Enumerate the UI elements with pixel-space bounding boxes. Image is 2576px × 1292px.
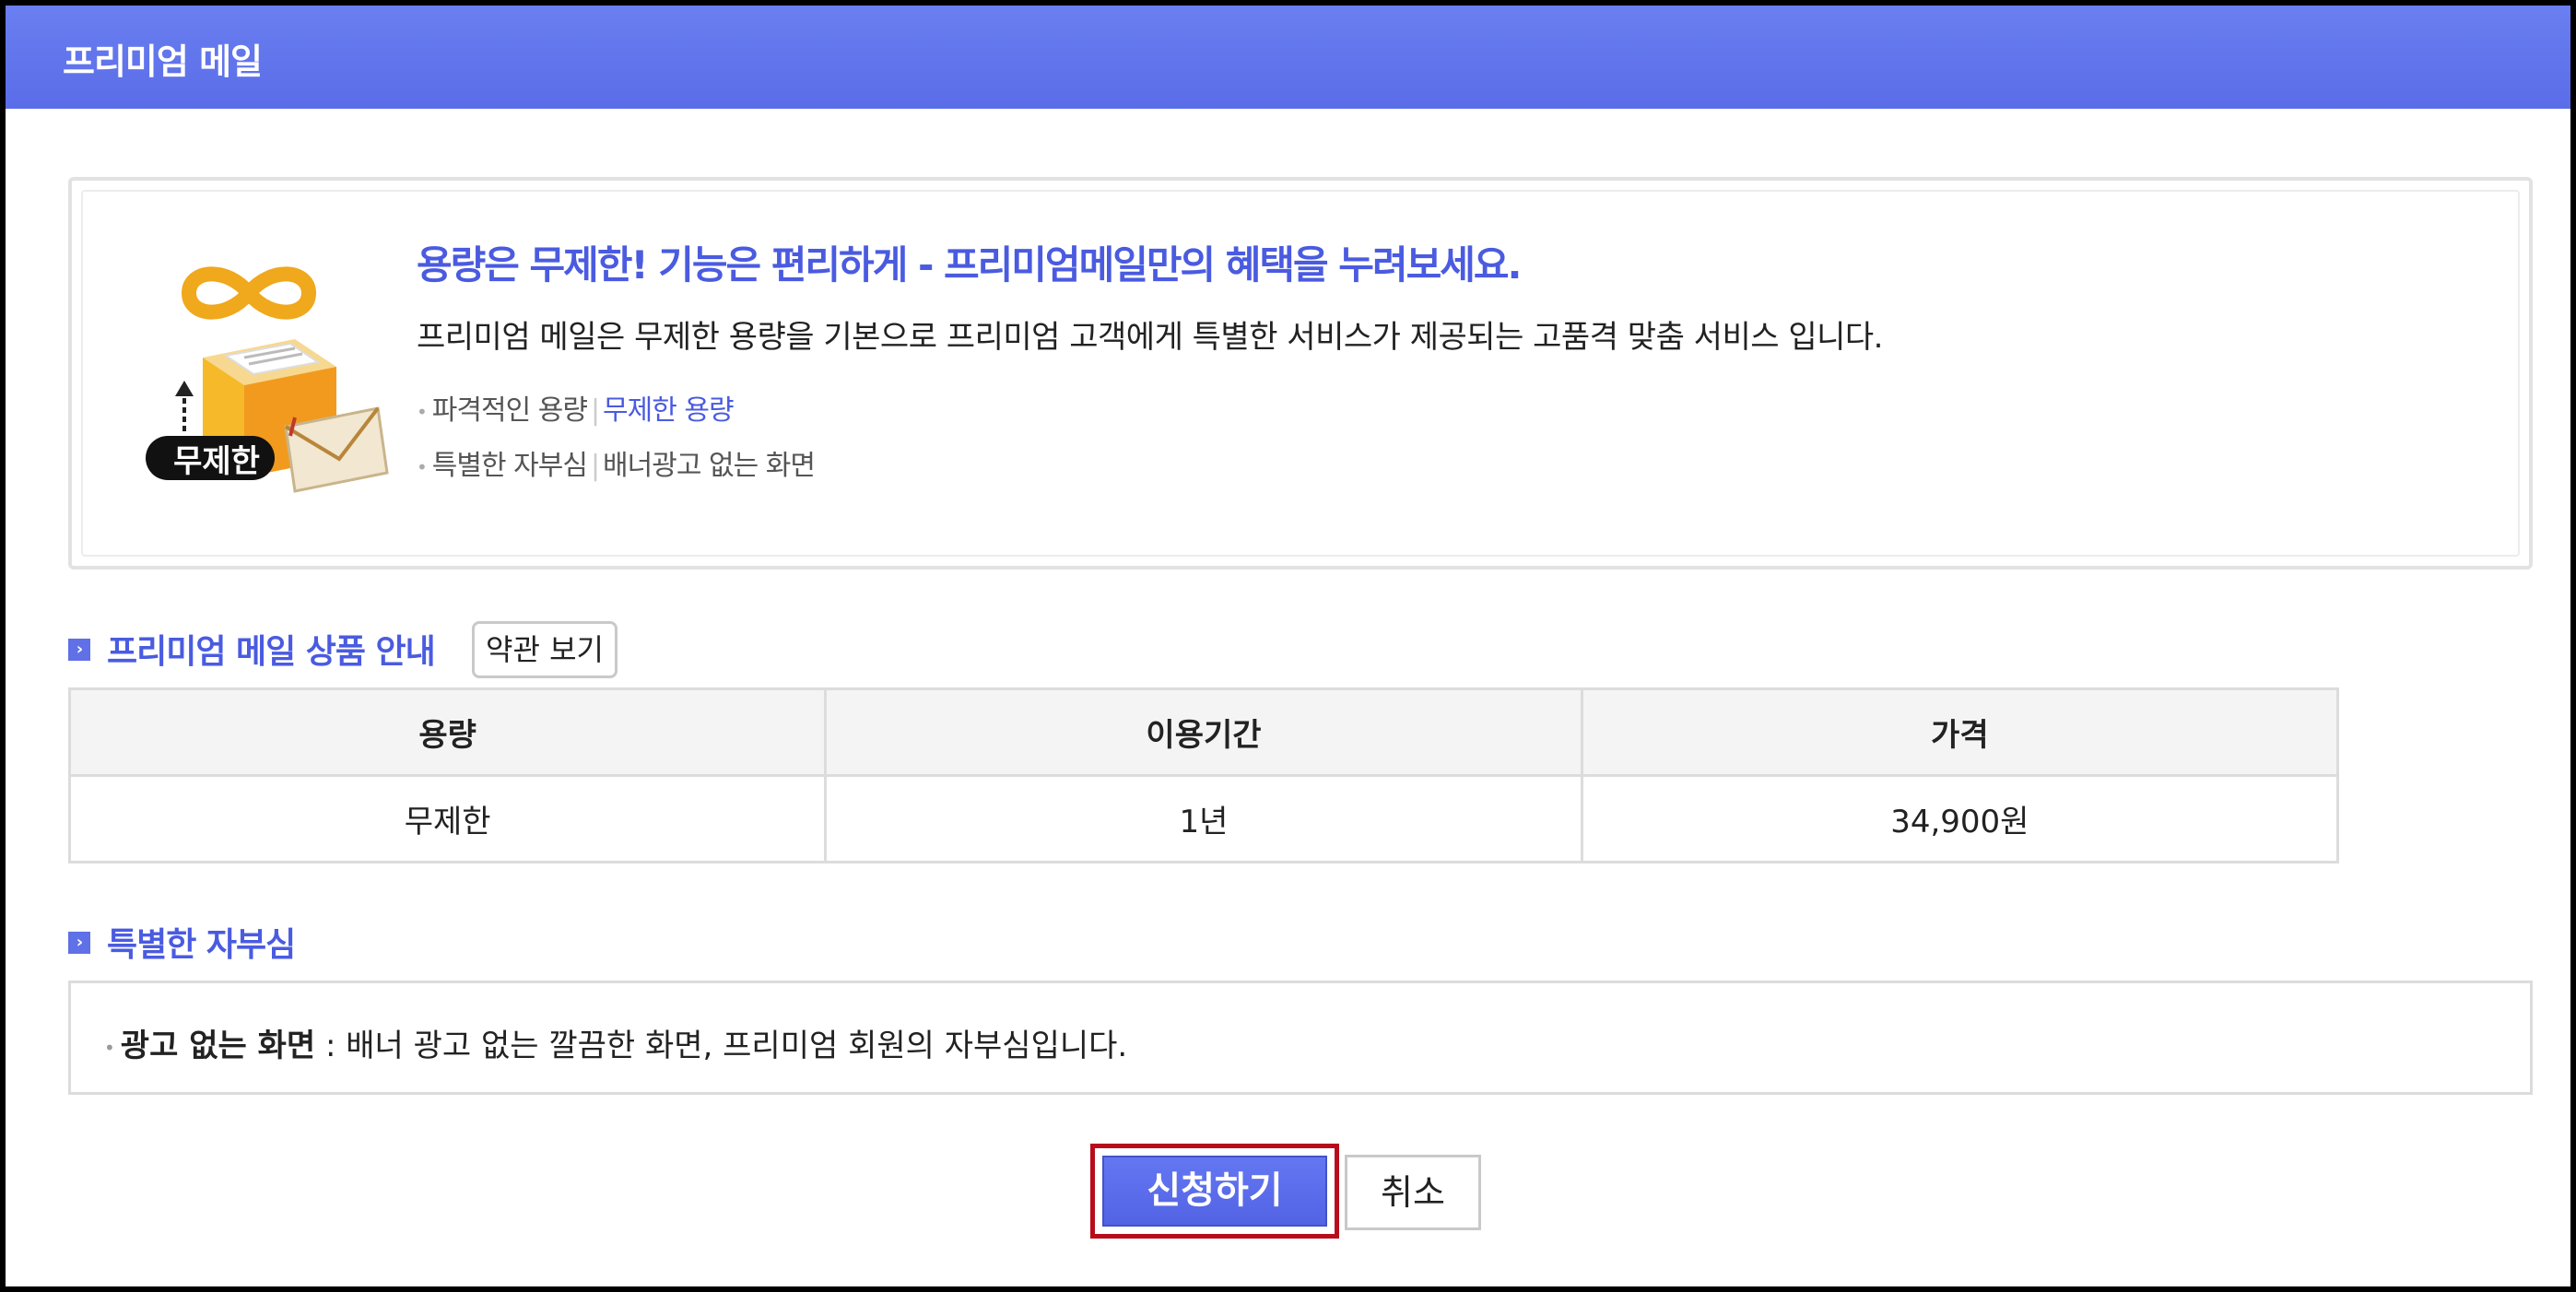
promo-point-label: 특별한 자부심 — [431, 450, 588, 482]
window-title: 프리미엄 메일 — [63, 41, 263, 82]
section-arrow-icon: › — [68, 932, 90, 954]
promo-description: 프리미엄 메일은 무제한 용량을 기본으로 프리미엄 고객에게 특별한 서비스가… — [417, 319, 1883, 356]
section-arrow-icon: › — [68, 639, 90, 661]
product-section-title: › 프리미엄 메일 상품 안내 — [68, 625, 436, 673]
view-terms-button[interactable]: 약관 보기 — [472, 621, 618, 678]
column-header-period: 이용기간 — [824, 687, 1583, 777]
plan-table: 용량 이용기간 가격 무제한 1년 34,900원 — [67, 687, 2340, 863]
pride-box: • 광고 없는 화면 : 배너 광고 없는 깔끔한 화면, 프리미엄 회원의 자부… — [68, 981, 2533, 1095]
apply-button[interactable]: 신청하기 — [1102, 1156, 1327, 1227]
cell-price: 34,900원 — [1580, 774, 2340, 863]
promo-banner-inner: 무제한 용량은 무제한! 기능은 편리하게 - 프리미엄메일만의 혜택을 누려보… — [81, 190, 2520, 557]
pride-section-title: › 특별한 자부심 — [68, 918, 296, 966]
column-header-capacity: 용량 — [67, 687, 828, 777]
promo-point-label: 파격적인 용량 — [431, 394, 588, 427]
unlimited-badge-text: 무제한 — [173, 443, 260, 480]
table-row: 무제한 1년 34,900원 — [67, 774, 2340, 863]
promo-headline: 용량은 무제한! 기능은 편리하게 - 프리미엄메일만의 혜택을 누려보세요. — [417, 242, 1522, 288]
promo-point-pride: • 특별한 자부심 | 배너광고 없는 화면 — [417, 450, 816, 482]
cell-period: 1년 — [824, 774, 1583, 863]
column-header-price: 가격 — [1580, 687, 2340, 777]
pride-item-title: 광고 없는 화면 — [120, 1028, 316, 1064]
promo-point-capacity: • 파격적인 용량 | 무제한 용량 — [417, 394, 735, 427]
promo-banner: 무제한 용량은 무제한! 기능은 편리하게 - 프리미엄메일만의 혜택을 누려보… — [68, 177, 2533, 570]
table-header-row: 용량 이용기간 가격 — [67, 687, 2340, 777]
title-bar: 프리미엄 메일 — [6, 6, 2570, 109]
promo-point-value: 무제한 용량 — [603, 394, 735, 427]
cell-capacity: 무제한 — [67, 774, 828, 863]
apply-button-focus-ring: 신청하기 — [1090, 1144, 1339, 1239]
cancel-button[interactable]: 취소 — [1345, 1155, 1481, 1230]
pride-item-text: : 배너 광고 없는 깔끔한 화면, 프리미엄 회원의 자부심입니다. — [315, 1028, 1128, 1064]
premium-mail-window: 프리미엄 메일 무제한 용량은 무제한! 기능은 편리하게 - 프리미엄메일만의… — [0, 0, 2576, 1292]
pride-item: • 광고 없는 화면 : 배너 광고 없는 깔끔한 화면, 프리미엄 회원의 자부… — [104, 1028, 1128, 1064]
promo-point-value: 배너광고 없는 화면 — [603, 450, 816, 482]
